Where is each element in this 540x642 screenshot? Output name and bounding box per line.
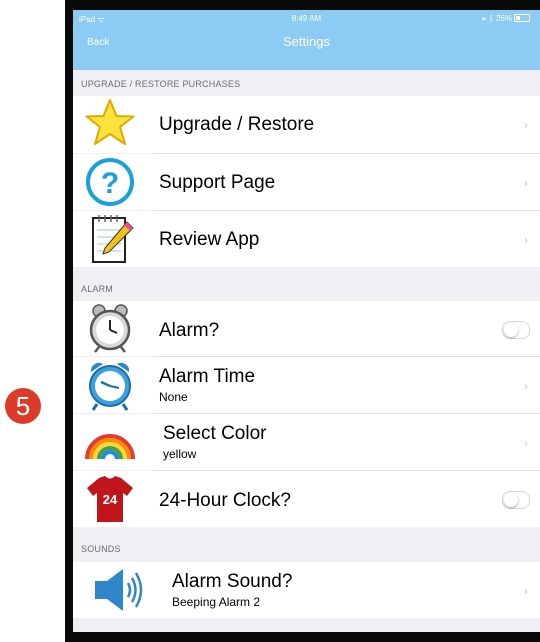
battery-percent: 26% <box>495 14 512 23</box>
alarm-sound-cell[interactable]: Alarm Sound? Beeping Alarm 2 › <box>73 562 540 618</box>
cell-title: Alarm? <box>159 320 220 341</box>
section-header-sounds: SOUNDS <box>73 527 540 561</box>
step-number-badge: 5 <box>5 388 41 424</box>
rainbow-icon <box>85 434 135 460</box>
support-page-cell[interactable]: ? Support Page › <box>73 154 540 210</box>
alarm-toggle-cell: Alarm? <box>73 301 540 356</box>
upgrade-restore-cell[interactable]: Upgrade / Restore › <box>73 96 540 153</box>
blue-clock-icon <box>89 362 131 411</box>
cell-title: Select Color <box>163 423 267 444</box>
status-battery: ➤ ᛒ 26% <box>482 14 530 23</box>
cell-title: Upgrade / Restore <box>159 114 315 135</box>
bluetooth-icon: ᛒ <box>488 14 494 23</box>
24-hour-clock-cell: 24 24-Hour Clock? <box>73 471 540 527</box>
section-header-upgrade: UPGRADE / RESTORE PURCHASES <box>73 70 540 96</box>
24-hour-toggle-switch[interactable] <box>502 491 530 509</box>
status-time: 8:49 AM <box>291 14 322 23</box>
location-icon: ➤ <box>481 14 487 23</box>
alarm-toggle-switch[interactable] <box>502 321 530 339</box>
section-header-label: UPGRADE / RESTORE PURCHASES <box>81 79 241 89</box>
chevron-right-icon: › <box>524 118 528 132</box>
status-bar: iPad ᯤ 8:49 AM ➤ ᛒ 26% <box>73 10 540 28</box>
section-header-alarm: ALARM <box>73 267 540 301</box>
review-app-cell[interactable]: Review App › <box>73 211 540 267</box>
svg-text:?: ? <box>101 167 119 200</box>
cell-subtitle: yellow <box>163 447 197 461</box>
chevron-right-icon: › <box>524 379 528 393</box>
page-title: Settings <box>283 34 330 49</box>
chevron-right-icon: › <box>524 436 528 450</box>
chevron-right-icon: › <box>524 584 528 598</box>
cell-subtitle: Beeping Alarm 2 <box>172 595 261 609</box>
shirt-number: 24 <box>103 492 118 507</box>
battery-icon <box>514 14 530 22</box>
select-color-cell[interactable]: Select Color yellow › <box>73 414 540 470</box>
section-header-label: ALARM <box>81 284 114 294</box>
settings-screen: iPad ᯤ 8:49 AM ➤ ᛒ 26% Back Settings UPG… <box>73 10 540 632</box>
section-header-label: SOUNDS <box>81 544 121 554</box>
cell-title: 24-Hour Clock? <box>159 490 291 511</box>
ipad-frame: iPad ᯤ 8:49 AM ➤ ᛒ 26% Back Settings UPG… <box>65 0 540 642</box>
navigation-bar: Back Settings <box>73 28 540 70</box>
alarm-time-cell[interactable]: Alarm Time None › <box>73 357 540 413</box>
cell-title: Alarm Time <box>159 366 256 387</box>
cell-title: Support Page <box>159 172 276 193</box>
chevron-right-icon: › <box>524 233 528 247</box>
chevron-right-icon: › <box>524 176 528 190</box>
speaker-icon <box>95 569 143 611</box>
cell-title: Alarm Sound? <box>172 571 293 592</box>
shirt-24-icon: 24 <box>87 476 133 522</box>
star-icon <box>85 99 135 145</box>
cell-subtitle: None <box>159 390 188 404</box>
notepad-pencil-icon <box>92 215 134 263</box>
alarm-clock-icon <box>89 304 131 353</box>
question-icon: ? <box>86 158 134 206</box>
cell-title: Review App <box>159 229 260 250</box>
